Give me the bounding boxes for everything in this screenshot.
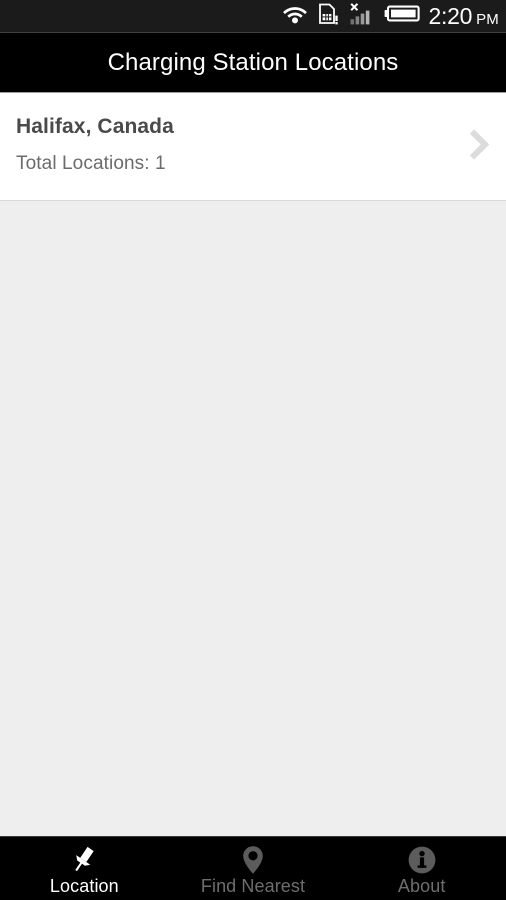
- location-count: Total Locations: 1: [16, 153, 166, 174]
- page-title: Charging Station Locations: [107, 48, 399, 76]
- tab-find-nearest-label: Find Nearest: [200, 875, 306, 896]
- clock-time: 2:20: [428, 2, 473, 29]
- wifi-icon: [282, 4, 308, 29]
- list-item[interactable]: Halifax, Canada Total Locations: 1: [0, 93, 506, 201]
- tab-location[interactable]: Location: [0, 837, 169, 900]
- status-bar: 2:20 PM: [0, 0, 506, 33]
- locations-list: Halifax, Canada Total Locations: 1: [0, 93, 506, 201]
- status-bar-clock: 2:20 PM: [428, 2, 499, 29]
- info-circle-icon: [407, 845, 437, 875]
- battery-icon: [384, 4, 420, 28]
- app-title-bar: Charging Station Locations: [0, 33, 506, 93]
- bottom-navigation-bar: Location Find Nearest About: [0, 836, 506, 900]
- tab-about-label: About: [397, 875, 446, 896]
- app-screen: 2:20 PM Charging Station Locations Halif…: [0, 0, 506, 900]
- empty-content-area: [0, 201, 506, 836]
- map-pin-icon: [240, 845, 266, 875]
- location-name: Halifax, Canada: [16, 115, 174, 138]
- clock-ampm: PM: [476, 10, 499, 28]
- tab-find-nearest[interactable]: Find Nearest: [169, 837, 338, 900]
- sim-card-alert-icon: [317, 3, 339, 30]
- status-bar-icons: [282, 2, 420, 30]
- chevron-right-icon: [466, 127, 492, 166]
- pushpin-icon: [69, 845, 99, 875]
- signal-no-service-icon: [348, 2, 375, 30]
- tab-about[interactable]: About: [337, 837, 506, 900]
- tab-location-label: Location: [49, 875, 119, 896]
